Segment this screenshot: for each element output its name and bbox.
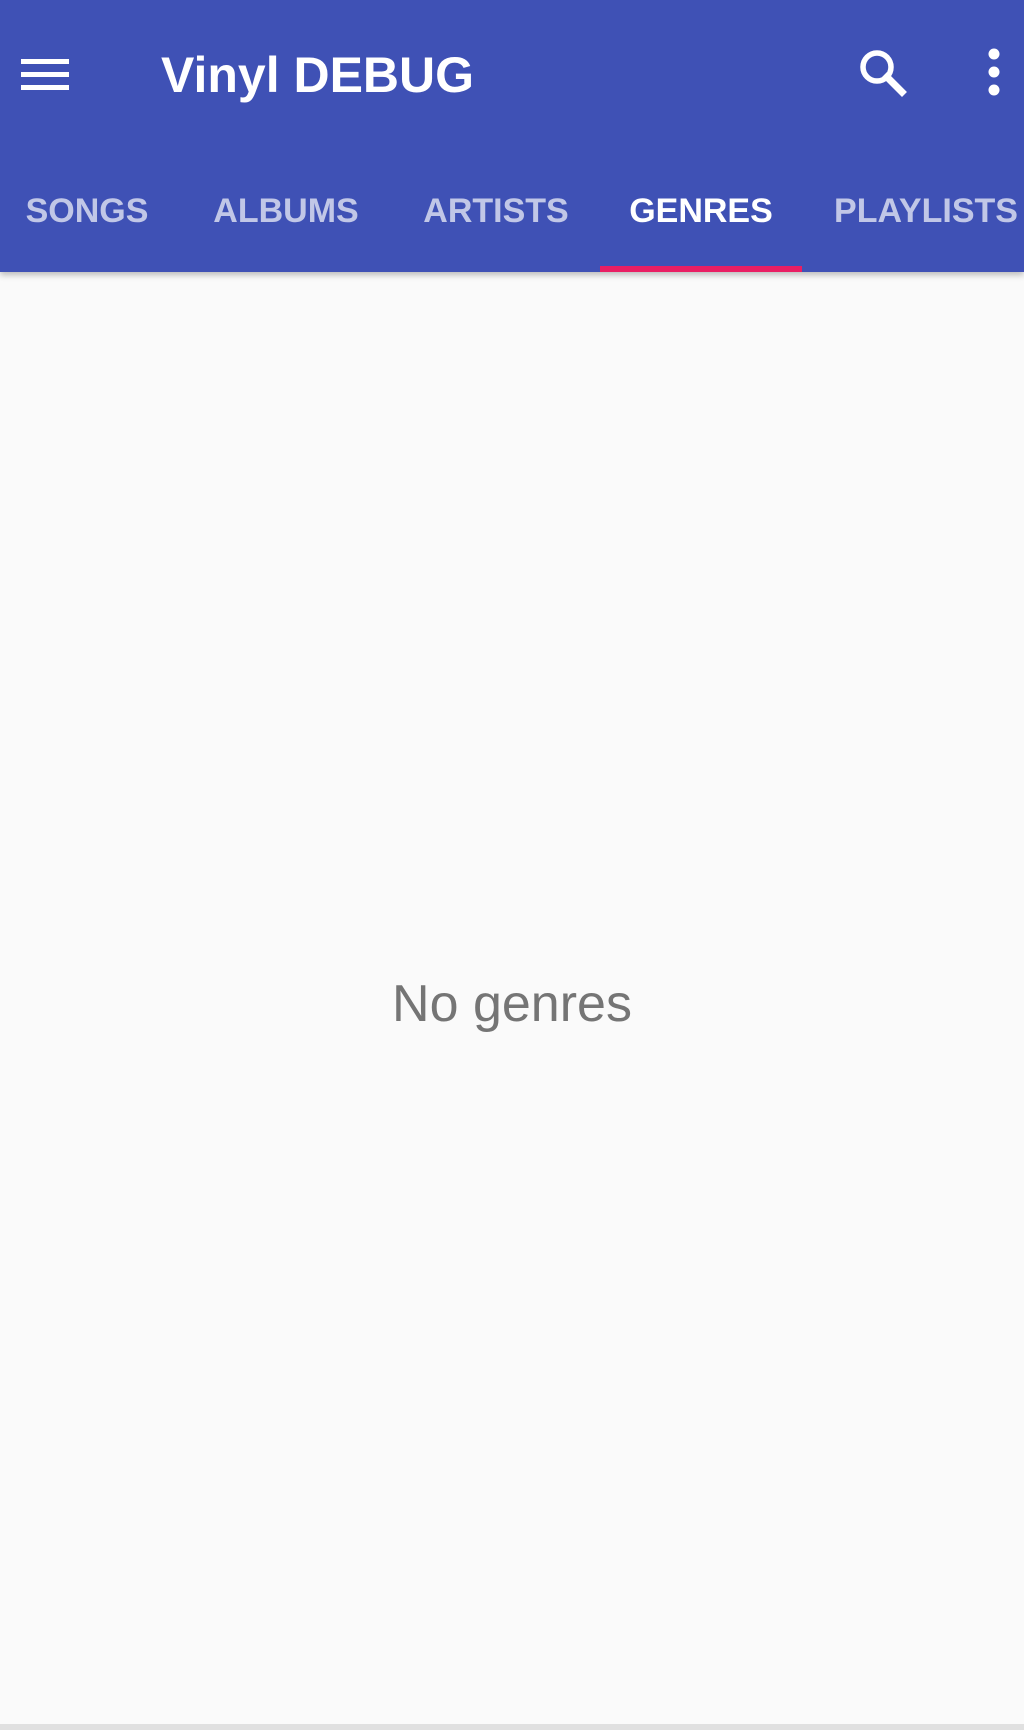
tab-bar: SONGS ALBUMS ARTISTS GENRES PLAYLISTS <box>0 150 1024 272</box>
hamburger-menu-icon <box>21 57 69 93</box>
genres-list-area: No genres <box>0 272 1024 1724</box>
active-tab-indicator <box>600 266 802 272</box>
toolbar: Vinyl DEBUG <box>0 0 1024 150</box>
tab-artists[interactable]: ARTISTS <box>398 150 594 272</box>
bottom-divider <box>0 1724 1024 1730</box>
app-title: Vinyl DEBUG <box>161 47 475 103</box>
empty-state-message: No genres <box>392 975 632 1033</box>
search-icon <box>860 50 907 97</box>
app-bar: Vinyl DEBUG SONGS ALBUMS ARTISTS GENRES … <box>0 0 1024 272</box>
tab-genres[interactable]: GENRES <box>600 150 802 272</box>
more-vert-icon <box>988 48 1000 96</box>
tab-songs[interactable]: SONGS <box>0 150 174 272</box>
navigation-menu-button[interactable] <box>10 35 80 115</box>
search-button[interactable] <box>846 36 918 108</box>
tab-albums[interactable]: ALBUMS <box>188 150 384 272</box>
tab-playlists[interactable]: PLAYLISTS <box>816 150 1024 272</box>
more-options-button[interactable] <box>966 36 1022 108</box>
